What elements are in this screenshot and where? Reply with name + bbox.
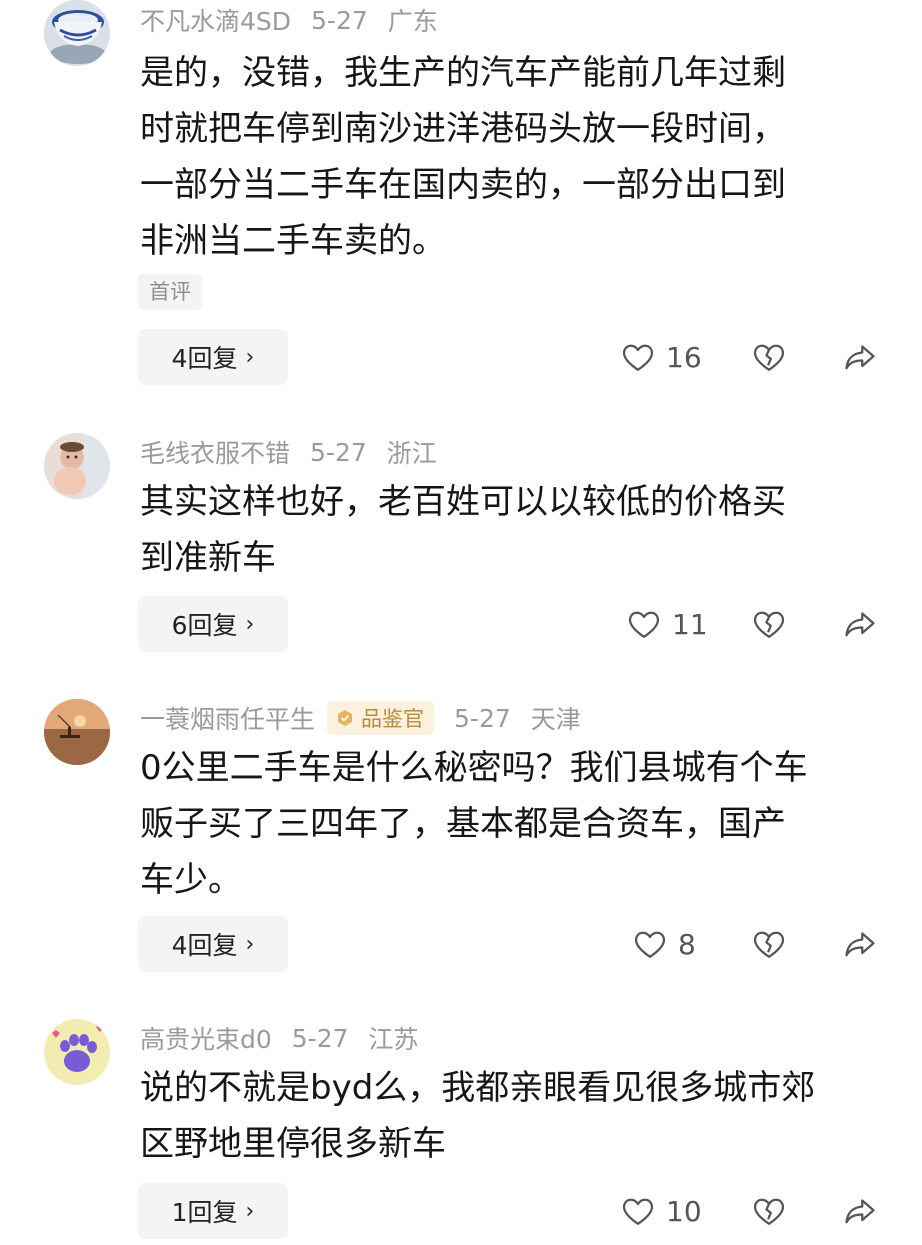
broken-heart-icon <box>753 931 785 958</box>
avatar[interactable] <box>44 0 110 66</box>
dislike-button[interactable] <box>751 926 787 962</box>
dislike-button[interactable] <box>751 606 787 642</box>
avatar-sunset-fisherman-photo <box>44 699 110 765</box>
avatar[interactable] <box>44 699 110 765</box>
heart-outline-icon <box>622 1198 654 1225</box>
comment-meta: 高贵光束d0 5-27 江苏 <box>140 1018 419 1058</box>
view-replies-button[interactable]: 4回复 › <box>138 916 288 972</box>
like-count: 11 <box>672 607 708 641</box>
chevron-right-icon: › <box>245 931 255 957</box>
share-arrow-icon <box>845 1199 875 1224</box>
like-button[interactable]: 8 <box>632 926 696 962</box>
comment-location: 浙江 <box>386 439 437 468</box>
heart-outline-icon <box>628 611 660 638</box>
comment-text: 0公里二手车是什么秘密吗？我们县城有个车 贩子买了三四年了，基本都是合资车，国产… <box>140 748 808 900</box>
comment-meta: 毛线衣服不错 5-27 浙江 <box>140 432 437 472</box>
view-replies-button[interactable]: 6回复 › <box>138 596 288 652</box>
like-button[interactable]: 16 <box>620 339 702 375</box>
like-count: 8 <box>678 927 696 961</box>
broken-heart-icon <box>753 611 785 638</box>
username[interactable]: 一蓑烟雨任平生 <box>140 700 315 736</box>
badge-label: 品鉴官 <box>361 707 425 731</box>
like-count: 10 <box>666 1194 702 1228</box>
avatar-cat-paw-image <box>44 1019 110 1085</box>
comment-date: 5-27 <box>311 5 368 35</box>
comment-location: 广东 <box>387 7 438 36</box>
view-replies-button[interactable]: 1回复 › <box>138 1183 288 1239</box>
comment-text: 说的不就是byd么，我都亲眼看见很多城市郊 区野地里停很多新车 <box>140 1068 816 1164</box>
avatar[interactable] <box>44 433 110 499</box>
heart-outline-icon <box>634 931 666 958</box>
comment-text: 其实这样也好，老百姓可以以较低的价格买 到准新车 <box>140 482 786 578</box>
like-button[interactable]: 10 <box>620 1193 702 1229</box>
reply-count: 1回复 <box>171 1198 238 1227</box>
heart-outline-icon <box>622 344 654 371</box>
share-button[interactable] <box>842 1193 878 1229</box>
comment-location: 江苏 <box>368 1025 419 1054</box>
username[interactable]: 高贵光束d0 <box>140 1020 272 1056</box>
share-button[interactable] <box>842 606 878 642</box>
avatar[interactable] <box>44 1019 110 1085</box>
share-arrow-icon <box>845 612 875 637</box>
chevron-right-icon: › <box>245 611 255 637</box>
like-count: 16 <box>666 340 702 374</box>
share-arrow-icon <box>845 345 875 370</box>
comment-date: 5-27 <box>291 1023 349 1053</box>
comment-date: 5-27 <box>310 437 367 467</box>
like-button[interactable]: 11 <box>626 606 708 642</box>
medal-icon <box>338 710 353 726</box>
reviewer-badge[interactable]: 品鉴官 <box>327 701 435 735</box>
avatar-baby-photo <box>44 433 110 499</box>
comment-text: 是的，没错，我生产的汽车产能前几年过剩 时就把车停到南沙进洋港码头放一段时间， … <box>140 53 786 261</box>
dislike-button[interactable] <box>751 1193 787 1229</box>
chevron-right-icon: › <box>245 344 255 370</box>
chevron-right-icon: › <box>245 1198 255 1224</box>
first-comment-tag: 首评 <box>138 274 202 310</box>
comment-location: 天津 <box>530 705 581 734</box>
username[interactable]: 不凡水滴4SD <box>140 2 291 38</box>
avatar-teacup-image <box>44 0 110 66</box>
reply-count: 6回复 <box>171 611 238 640</box>
broken-heart-icon <box>753 1198 785 1225</box>
comment-meta: 不凡水滴4SD 5-27 广东 <box>140 0 438 40</box>
reply-count: 4回复 <box>171 931 238 960</box>
view-replies-button[interactable]: 4回复 › <box>138 329 288 385</box>
share-button[interactable] <box>842 926 878 962</box>
username[interactable]: 毛线衣服不错 <box>140 434 290 470</box>
reply-count: 4回复 <box>171 344 238 373</box>
comment-date: 5-27 <box>454 703 511 733</box>
comment-meta: 一蓑烟雨任平生 品鉴官 5-27 天津 <box>140 698 581 738</box>
dislike-button[interactable] <box>751 339 787 375</box>
share-button[interactable] <box>842 339 878 375</box>
share-arrow-icon <box>845 932 875 957</box>
broken-heart-icon <box>753 344 785 371</box>
